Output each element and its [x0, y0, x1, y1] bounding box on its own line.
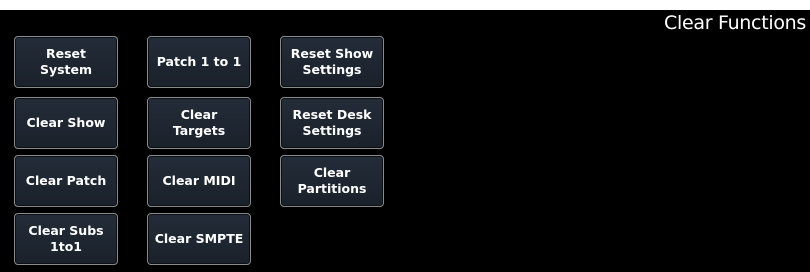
top-strip	[0, 0, 810, 10]
clear-targets-button[interactable]: Clear Targets	[147, 97, 251, 149]
clear-midi-button[interactable]: Clear MIDI	[147, 155, 251, 207]
reset-system-button[interactable]: Reset System	[14, 36, 118, 88]
clear-partitions-button[interactable]: Clear Partitions	[280, 155, 384, 207]
reset-show-settings-button[interactable]: Reset Show Settings	[280, 36, 384, 88]
clear-subs-1to1-button[interactable]: Clear Subs 1to1	[14, 213, 118, 265]
clear-smpte-button[interactable]: Clear SMPTE	[147, 213, 251, 265]
reset-desk-settings-button[interactable]: Reset Desk Settings	[280, 97, 384, 149]
patch-1-to-1-button[interactable]: Patch 1 to 1	[147, 36, 251, 88]
clear-show-button[interactable]: Clear Show	[14, 97, 118, 149]
page-title: Clear Functions	[664, 12, 806, 34]
clear-patch-button[interactable]: Clear Patch	[14, 155, 118, 207]
